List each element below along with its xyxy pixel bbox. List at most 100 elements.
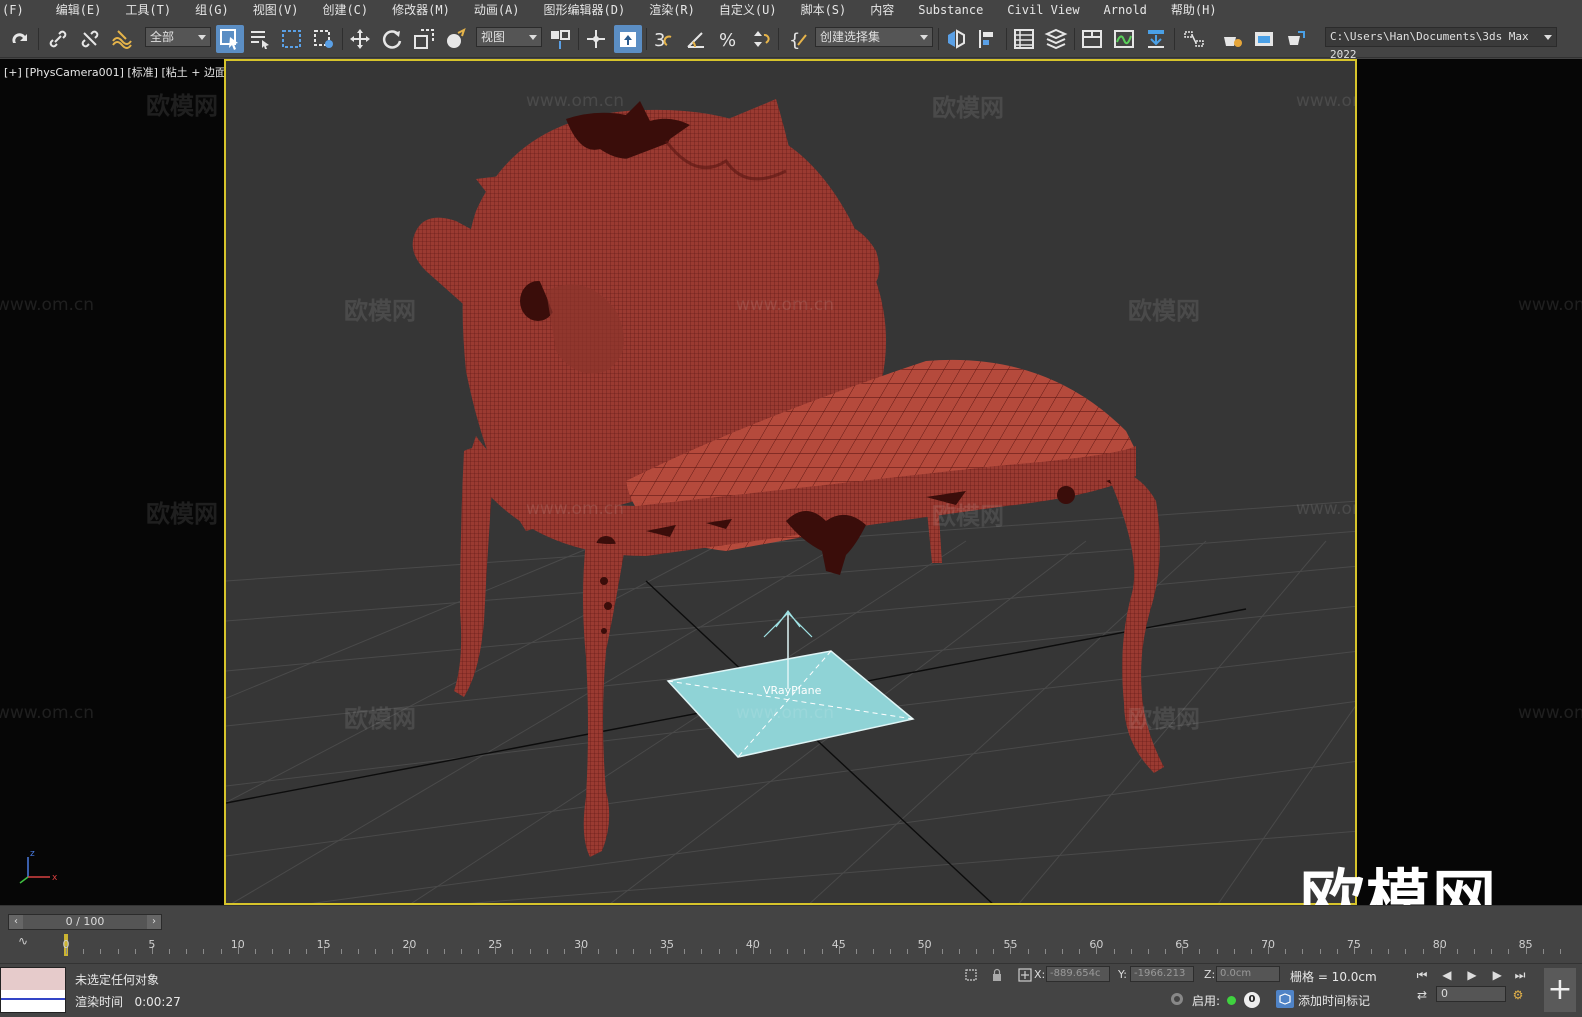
previous-frame-icon[interactable]: ◀ xyxy=(1438,966,1458,984)
maxscript-listener[interactable] xyxy=(0,967,66,1013)
absolute-mode-icon[interactable] xyxy=(1016,966,1034,984)
render-setup-icon[interactable] xyxy=(1218,25,1246,53)
scale-icon[interactable] xyxy=(410,25,438,53)
go-to-start-icon[interactable]: ⏮ xyxy=(1412,966,1432,984)
menu-item[interactable]: 内容 xyxy=(858,0,906,20)
menu-item[interactable]: 脚本(S) xyxy=(789,0,859,20)
selection-filter-dropdown[interactable]: 全部 xyxy=(145,27,211,47)
timeline-tick xyxy=(564,949,565,954)
mini-curve-editor-icon[interactable]: ∿ xyxy=(18,934,40,952)
menu-item[interactable]: 编辑(E) xyxy=(44,0,114,20)
timeline-tick-label: 10 xyxy=(230,938,245,951)
curve-editor-icon[interactable] xyxy=(1110,25,1138,53)
selection-lock-icon[interactable] xyxy=(988,966,1006,984)
timeline-tick xyxy=(701,949,703,954)
material-editor-icon[interactable] xyxy=(1180,25,1208,53)
project-path-dropdown[interactable]: C:\Users\Han\Documents\3ds Max 2022 xyxy=(1325,27,1557,61)
timeline-tick xyxy=(529,949,531,954)
link-icon[interactable] xyxy=(44,25,72,53)
menu-item[interactable]: 自定义(U) xyxy=(707,0,789,20)
scene-explorer-icon[interactable] xyxy=(1010,25,1038,53)
schematic-view-icon[interactable] xyxy=(1142,25,1170,53)
time-configuration-icon[interactable]: ⚙ xyxy=(1508,986,1528,1004)
timeline-tick xyxy=(1113,949,1115,954)
percent-snap-icon[interactable]: % xyxy=(714,25,742,53)
timeline-tick xyxy=(1388,949,1390,954)
select-by-name-icon[interactable] xyxy=(246,25,274,53)
unlink-icon[interactable] xyxy=(76,25,104,53)
menu-item[interactable]: 组(G) xyxy=(183,0,241,20)
create-panel-button[interactable]: + xyxy=(1544,968,1576,1012)
window-crossing-icon[interactable] xyxy=(310,25,338,53)
y-coordinate-field[interactable]: -1966.213 xyxy=(1130,966,1194,982)
spinner-snap-icon[interactable] xyxy=(746,25,774,53)
menu-item[interactable]: Substance xyxy=(906,0,995,20)
next-frame-icon[interactable]: ▶ xyxy=(1486,966,1506,984)
layer-explorer-icon[interactable] xyxy=(1042,25,1070,53)
y-label: Y: xyxy=(1118,968,1127,981)
menu-item[interactable]: 渲染(R) xyxy=(637,0,707,20)
keyboard-shortcut-override-icon[interactable] xyxy=(614,25,642,53)
render-production-icon[interactable] xyxy=(1282,25,1310,53)
timeline-tick xyxy=(958,949,960,954)
key-mode-icon[interactable]: ⇄ xyxy=(1412,986,1432,1004)
timeline-tick-label: 45 xyxy=(831,938,846,951)
named-selection-dropdown[interactable]: 创建选择集 xyxy=(815,27,933,47)
menu-item[interactable]: 修改器(M) xyxy=(380,0,462,20)
move-icon[interactable] xyxy=(346,25,374,53)
menu-item[interactable]: 动画(A) xyxy=(462,0,532,20)
menu-item[interactable]: Civil View xyxy=(995,0,1091,20)
adaptive-degradation-icon[interactable] xyxy=(1168,990,1186,1008)
viewport-area[interactable]: [+] [PhysCamera001] [标准] [粘土 + 边面] www.o… xyxy=(0,59,1582,905)
mirror-icon[interactable] xyxy=(942,25,970,53)
placement-icon[interactable] xyxy=(442,25,470,53)
current-frame-input[interactable]: 0 xyxy=(1436,986,1506,1002)
time-slider[interactable]: ‹ 0 / 100 › xyxy=(8,914,162,930)
timeline-tick xyxy=(890,949,892,954)
timeline-tick xyxy=(804,949,806,954)
edit-named-selection-icon[interactable]: { xyxy=(784,25,812,53)
timeline-tick-label: 60 xyxy=(1089,938,1104,951)
next-frame-arrow-icon[interactable]: › xyxy=(147,915,161,929)
redo-icon[interactable] xyxy=(6,25,34,53)
bind-space-warp-icon[interactable] xyxy=(108,25,136,53)
reference-coord-dropdown[interactable]: 视图 xyxy=(476,27,542,47)
viewport-label[interactable]: [+] [PhysCamera001] [标准] [粘土 + 边面] xyxy=(4,64,230,80)
x-label: X: xyxy=(1034,968,1046,981)
timeline-tick-label: 65 xyxy=(1175,938,1190,951)
angle-snap-icon[interactable] xyxy=(682,25,710,53)
select-object-icon[interactable] xyxy=(216,25,244,53)
snaps-toggle-icon[interactable]: 3 xyxy=(650,25,678,53)
timeline-tick xyxy=(1216,949,1218,954)
align-icon[interactable] xyxy=(974,25,1002,53)
z-coordinate-field[interactable]: 0.0cm xyxy=(1216,966,1280,982)
menu-item[interactable]: (F) xyxy=(0,0,44,20)
timeline-tick xyxy=(1062,949,1063,954)
time-tag-icon[interactable] xyxy=(1276,990,1294,1008)
menu-item[interactable]: 创建(C) xyxy=(310,0,380,20)
camera-viewport[interactable]: VRayPlane www.om.cn 欧模网 www.om.cn 欧模网 ww… xyxy=(224,59,1357,905)
track-bar[interactable]: 0 5 10 15 20 25 30 35 40 45 50 55 60 65 70 75 80 85 xyxy=(62,934,1562,962)
rotate-icon[interactable] xyxy=(378,25,406,53)
menu-item[interactable]: 视图(V) xyxy=(241,0,311,20)
x-coordinate-field[interactable]: -889.654c xyxy=(1046,966,1110,982)
select-manipulate-icon[interactable] xyxy=(582,25,610,53)
menu-item[interactable]: 工具(T) xyxy=(113,0,183,20)
menu-item[interactable]: 图形编辑器(D) xyxy=(532,0,638,20)
timeline-tick xyxy=(478,949,480,954)
toggle-ribbon-icon[interactable] xyxy=(1078,25,1106,53)
prev-frame-arrow-icon[interactable]: ‹ xyxy=(9,915,23,929)
pivot-center-icon[interactable] xyxy=(546,25,574,53)
timeline-tick xyxy=(649,949,651,954)
enable-status-dot[interactable] xyxy=(1227,996,1236,1005)
rendered-frame-window-icon[interactable] xyxy=(1250,25,1278,53)
menu-item[interactable]: 帮助(H) xyxy=(1159,0,1229,20)
add-time-tag[interactable]: 添加时间标记 xyxy=(1298,992,1370,1009)
timeline-tick-label: 30 xyxy=(574,938,589,951)
isolate-selection-icon[interactable] xyxy=(962,966,980,984)
rectangular-selection-icon[interactable] xyxy=(278,25,306,53)
menu-item[interactable]: Arnold xyxy=(1092,0,1159,20)
play-icon[interactable]: ▶ xyxy=(1462,966,1482,984)
timeline-tick xyxy=(1147,949,1149,954)
go-to-end-icon[interactable]: ⏭ xyxy=(1510,966,1530,984)
